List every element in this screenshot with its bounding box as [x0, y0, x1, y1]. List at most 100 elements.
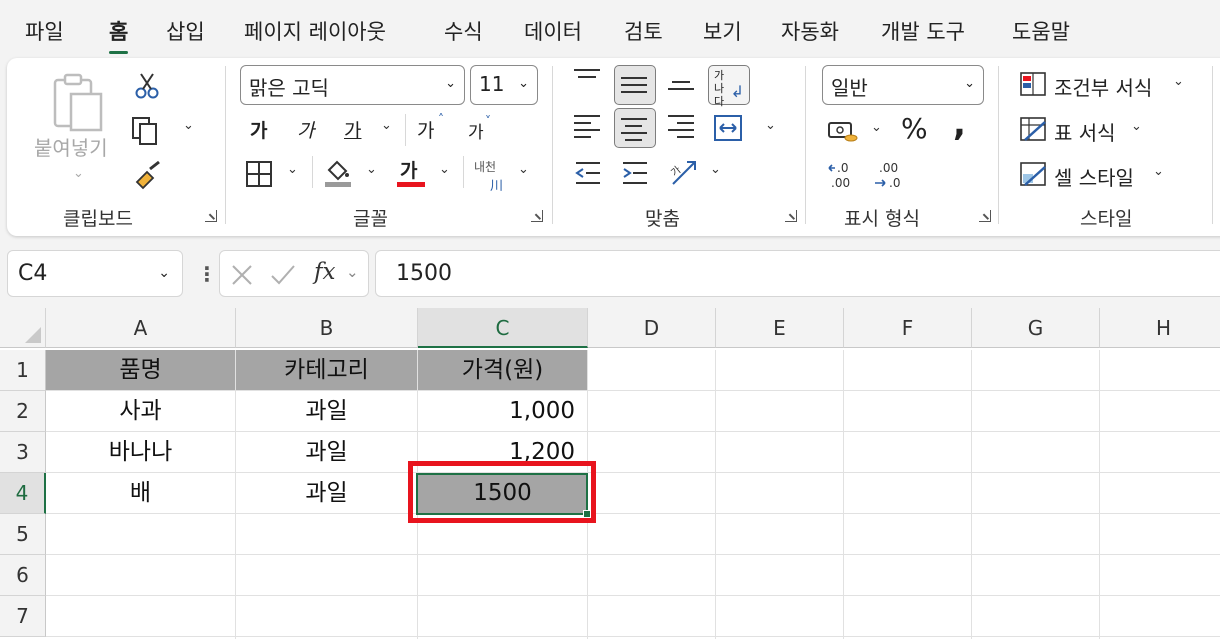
select-all-button[interactable]	[0, 308, 46, 348]
table-dropdown-icon[interactable]: ⌄	[1131, 119, 1142, 134]
merge-center-button[interactable]	[713, 114, 743, 146]
font-launcher-icon[interactable]	[531, 210, 543, 222]
format-painter-button[interactable]	[133, 160, 163, 194]
underline-button[interactable]: 가	[344, 116, 361, 143]
wrap-text-button[interactable]: 가나다 ↲	[708, 65, 750, 108]
font-name-value: 맑은 고딕	[249, 76, 329, 100]
enter-check-icon[interactable]	[270, 263, 296, 287]
row-header-7[interactable]: 7	[0, 596, 46, 637]
copy-dropdown-icon[interactable]: ⌄	[183, 118, 194, 133]
align-center-button[interactable]	[614, 108, 656, 148]
cell-a1[interactable]: 품명	[46, 350, 236, 391]
cut-button[interactable]	[135, 72, 159, 104]
percent-button[interactable]: %	[901, 112, 928, 145]
tab-formulas[interactable]: 수식	[444, 16, 483, 46]
font-size-select[interactable]: 11 ⌄	[470, 65, 538, 105]
column-header-e[interactable]: E	[716, 308, 844, 348]
align-bottom-button[interactable]	[668, 76, 694, 95]
group-label-clipboard: 클립보드	[63, 208, 133, 230]
borders-button[interactable]	[245, 160, 273, 192]
underline-dropdown-icon[interactable]: ⌄	[381, 118, 392, 133]
orientation-dropdown-icon[interactable]: ⌄	[710, 162, 721, 177]
cell-b2[interactable]: 과일	[236, 391, 418, 432]
cell-a3[interactable]: 바나나	[46, 432, 236, 473]
comma-style-button[interactable]: ,	[953, 104, 966, 144]
tab-home[interactable]: 홈	[109, 16, 129, 54]
row-header-5[interactable]: 5	[0, 514, 46, 555]
fill-color-button[interactable]	[323, 156, 353, 192]
tab-data[interactable]: 데이터	[524, 16, 582, 46]
cell-a2[interactable]: 사과	[46, 391, 236, 432]
more-options-icon[interactable]: ⋮	[197, 262, 217, 286]
decrease-decimal-button[interactable]: .00 .0	[873, 160, 905, 194]
bold-button[interactable]: 가	[250, 116, 267, 143]
column-header-d[interactable]: D	[588, 308, 716, 348]
font-color-button[interactable]: 가	[400, 156, 417, 183]
align-right-button[interactable]	[668, 110, 694, 143]
cell-c2[interactable]: 1,000	[418, 391, 588, 432]
tab-page-layout[interactable]: 페이지 레이아웃	[244, 16, 386, 46]
decrease-indent-button[interactable]	[574, 160, 602, 190]
row-header-1[interactable]: 1	[0, 350, 46, 391]
clipboard-launcher-icon[interactable]	[205, 210, 217, 222]
tab-view[interactable]: 보기	[703, 16, 742, 46]
grow-font-button[interactable]: 가	[417, 116, 434, 143]
cell-a4[interactable]: 배	[46, 473, 236, 514]
annotation-highlight-box	[408, 461, 596, 523]
row-header-4[interactable]: 4	[0, 473, 46, 514]
conditional-dropdown-icon[interactable]: ⌄	[1173, 74, 1184, 89]
text-orientation-icon: 가	[669, 161, 696, 185]
phonetic-guide-button[interactable]: 내천 川	[474, 158, 503, 194]
row-header-6[interactable]: 6	[0, 555, 46, 596]
borders-dropdown-icon[interactable]: ⌄	[287, 162, 298, 177]
column-header-a[interactable]: A	[46, 308, 236, 348]
accounting-dropdown-icon[interactable]: ⌄	[871, 120, 882, 135]
fill-color-dropdown-icon[interactable]: ⌄	[366, 162, 377, 177]
format-as-table-button[interactable]	[1019, 116, 1049, 148]
align-top-button[interactable]	[574, 64, 600, 83]
tab-developer[interactable]: 개발 도구	[881, 16, 965, 46]
number-launcher-icon[interactable]	[979, 210, 991, 222]
increase-indent-button[interactable]	[621, 160, 649, 190]
tab-help[interactable]: 도움말	[1012, 16, 1070, 46]
tab-insert[interactable]: 삽입	[166, 16, 205, 46]
tab-automate[interactable]: 자동화	[781, 16, 839, 46]
cancel-icon[interactable]	[230, 263, 254, 287]
name-box[interactable]: C4 ⌄	[7, 250, 183, 297]
column-header-c[interactable]: C	[418, 308, 588, 348]
shrink-font-button[interactable]: 가	[468, 118, 484, 143]
conditional-formatting-button[interactable]	[1019, 71, 1047, 101]
align-left-button[interactable]	[574, 110, 600, 143]
italic-button[interactable]: 가	[297, 116, 314, 143]
cell-b4[interactable]: 과일	[236, 473, 418, 514]
cell-b3[interactable]: 과일	[236, 432, 418, 473]
insert-function-icon[interactable]: fx	[314, 259, 335, 285]
orientation-button[interactable]: 가	[669, 158, 701, 192]
accounting-format-button[interactable]	[827, 118, 859, 148]
merge-dropdown-icon[interactable]: ⌄	[765, 118, 776, 133]
column-header-b[interactable]: B	[236, 308, 418, 348]
row-header-2[interactable]: 2	[0, 391, 46, 432]
alignment-launcher-icon[interactable]	[785, 210, 797, 222]
font-name-select[interactable]: 맑은 고딕 ⌄	[240, 65, 465, 105]
cell-b1[interactable]: 카테고리	[236, 350, 418, 391]
font-color-dropdown-icon[interactable]: ⌄	[439, 162, 450, 177]
phonetic-dropdown-icon[interactable]: ⌄	[518, 162, 529, 177]
column-header-h[interactable]: H	[1100, 308, 1220, 348]
increase-decimal-button[interactable]: .0 .00	[827, 160, 859, 194]
column-header-f[interactable]: F	[844, 308, 972, 348]
tab-file[interactable]: 파일	[25, 16, 64, 46]
tab-review[interactable]: 검토	[624, 16, 663, 46]
column-header-g[interactable]: G	[972, 308, 1100, 348]
cell-c1[interactable]: 가격(원)	[418, 350, 588, 391]
row-header-3[interactable]: 3	[0, 432, 46, 473]
divider	[405, 114, 406, 146]
cell-styles-button[interactable]	[1019, 161, 1049, 193]
chevron-down-icon[interactable]: ⌄	[346, 263, 359, 281]
formula-input[interactable]: 1500	[375, 250, 1220, 297]
paste-dropdown-icon[interactable]: ⌄	[73, 166, 84, 181]
number-format-select[interactable]: 일반 ⌄	[822, 65, 984, 105]
align-middle-button[interactable]	[614, 65, 656, 105]
copy-button[interactable]	[131, 116, 163, 150]
cell-styles-dropdown-icon[interactable]: ⌄	[1153, 164, 1164, 179]
